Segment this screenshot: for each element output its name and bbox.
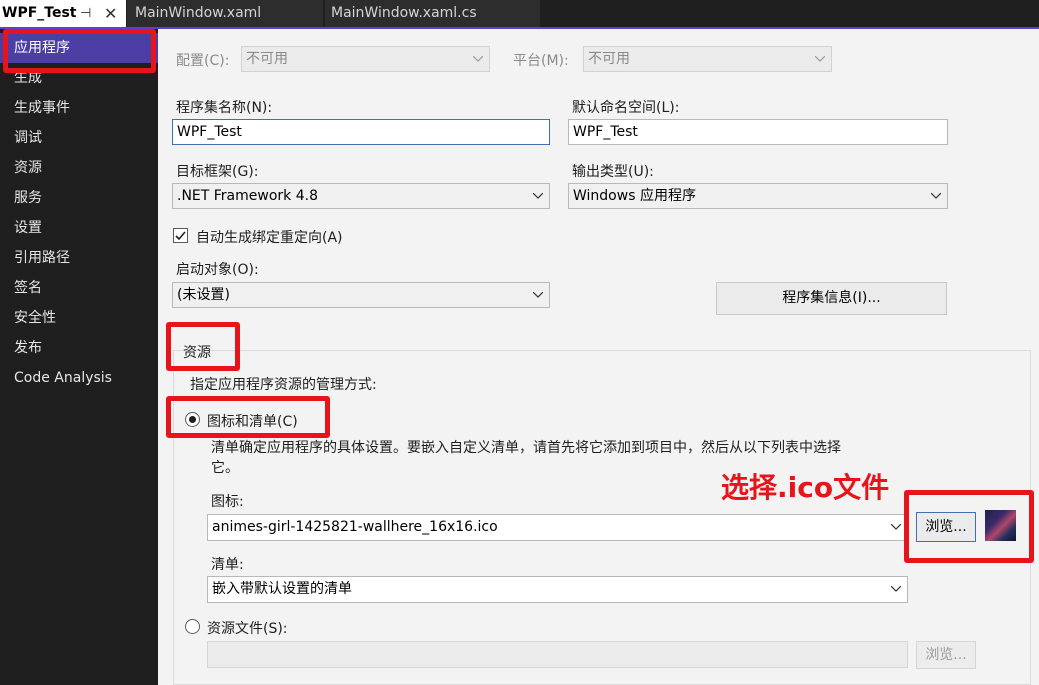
close-icon[interactable]: ✕ (104, 0, 117, 27)
icon-value: animes-girl-1425821-wallhere_16x16.ico (212, 519, 498, 535)
manifest-value: 嵌入带默认设置的清单 (212, 581, 352, 597)
assembly-name-input[interactable]: WPF_Test (172, 119, 550, 145)
highlight-box-application (3, 29, 156, 73)
assembly-info-button[interactable]: 程序集信息(I)... (716, 282, 947, 315)
sidebar-item-build-events[interactable]: 生成事件 (0, 93, 158, 123)
resource-file-radio-label: 资源文件(S): (207, 621, 288, 637)
browse-resource-file-button: 浏览... (916, 641, 976, 669)
chevron-down-icon (813, 47, 827, 71)
document-tab-strip: WPF_Test ⊣ ✕ MainWindow.xaml MainWindow.… (0, 0, 1039, 27)
platform-select: 不可用 (583, 46, 832, 72)
auto-binding-label: 自动生成绑定重定向(A) (196, 230, 343, 246)
platform-label: 平台(M): (513, 53, 569, 69)
output-type-label: 输出类型(U): (572, 164, 654, 180)
chevron-down-icon (889, 515, 903, 539)
tab-mainwindow-xaml[interactable]: MainWindow.xaml (127, 0, 323, 27)
config-select: 不可用 (241, 46, 490, 72)
target-framework-select[interactable]: .NET Framework 4.8 (172, 183, 550, 209)
checkmark-icon (175, 231, 186, 241)
config-value: 不可用 (246, 51, 288, 67)
auto-binding-checkbox[interactable] (173, 228, 188, 243)
highlight-box-browse (904, 490, 1034, 563)
target-framework-label: 目标框架(G): (176, 164, 259, 180)
sidebar-item-code-analysis[interactable]: Code Analysis (0, 363, 158, 393)
default-namespace-label: 默认命名空间(L): (572, 100, 680, 116)
manifest-label: 清单: (211, 557, 244, 573)
project-properties-sidebar: 应用程序 生成 生成事件 调试 资源 服务 设置 引用路径 签名 安全性 发布 … (0, 29, 158, 685)
tab-label: MainWindow.xaml.cs (331, 5, 477, 21)
resource-file-input (207, 641, 908, 668)
highlight-box-resources (166, 322, 240, 371)
chevron-down-icon (929, 184, 943, 208)
icon-select[interactable]: animes-girl-1425821-wallhere_16x16.ico (207, 514, 908, 541)
output-type-value: Windows 应用程序 (573, 188, 696, 204)
pin-icon[interactable]: ⊣ (80, 0, 91, 27)
sidebar-item-security[interactable]: 安全性 (0, 303, 158, 333)
resource-file-radio[interactable] (185, 619, 200, 634)
tab-label: MainWindow.xaml (135, 5, 262, 21)
resources-description: 指定应用程序资源的管理方式: (190, 377, 377, 393)
config-label: 配置(C): (176, 53, 230, 69)
default-namespace-input[interactable]: WPF_Test (568, 119, 948, 145)
annotation-label: 选择.ico文件 (721, 471, 890, 504)
manifest-description-line1: 清单确定应用程序的具体设置。要嵌入自定义清单，请首先将它添加到项目中，然后从以下… (211, 440, 841, 456)
platform-value: 不可用 (588, 51, 630, 67)
sidebar-item-settings[interactable]: 设置 (0, 213, 158, 243)
icon-label: 图标: (211, 494, 244, 510)
highlight-box-icon-manifest (166, 396, 330, 438)
startup-object-select[interactable]: (未设置) (172, 282, 550, 308)
sidebar-item-services[interactable]: 服务 (0, 183, 158, 213)
output-type-select[interactable]: Windows 应用程序 (568, 183, 948, 209)
assembly-name-label: 程序集名称(N): (176, 100, 273, 116)
tab-label: WPF_Test (2, 5, 77, 21)
chevron-down-icon (531, 283, 545, 307)
sidebar-item-debug[interactable]: 调试 (0, 123, 158, 153)
manifest-select[interactable]: 嵌入带默认设置的清单 (207, 576, 908, 603)
startup-object-label: 启动对象(O): (176, 262, 259, 278)
sidebar-item-signing[interactable]: 签名 (0, 273, 158, 303)
tab-wpf-test[interactable]: WPF_Test ⊣ ✕ (0, 0, 126, 27)
tab-mainwindow-xaml-cs[interactable]: MainWindow.xaml.cs (325, 0, 540, 27)
sidebar-item-reference-paths[interactable]: 引用路径 (0, 243, 158, 273)
sidebar-item-resources[interactable]: 资源 (0, 153, 158, 183)
startup-object-value: (未设置) (177, 287, 230, 303)
chevron-down-icon (471, 47, 485, 71)
manifest-description-line2: 它。 (211, 460, 239, 476)
chevron-down-icon (531, 184, 545, 208)
sidebar-item-publish[interactable]: 发布 (0, 333, 158, 363)
target-framework-value: .NET Framework 4.8 (177, 188, 318, 204)
chevron-down-icon (889, 577, 903, 601)
